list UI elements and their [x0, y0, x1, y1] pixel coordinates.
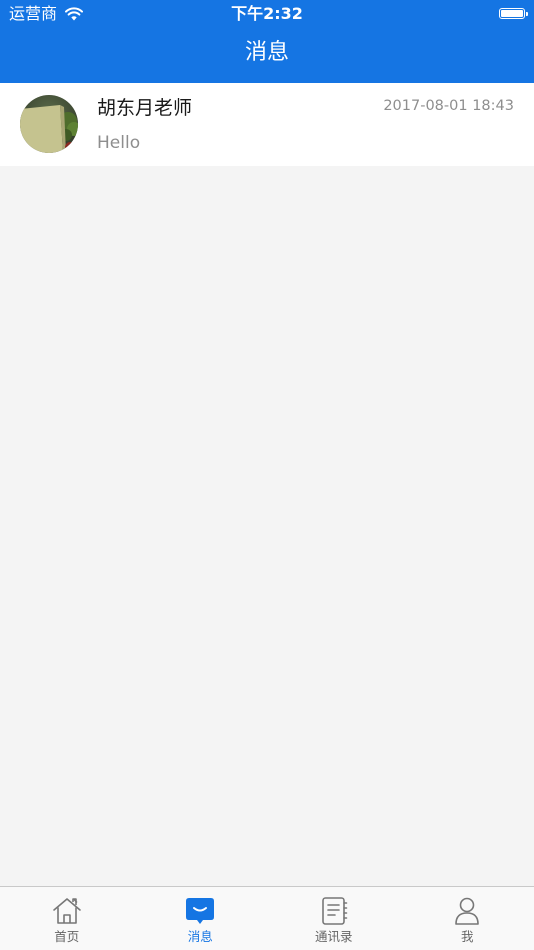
page-title: 消息	[244, 40, 289, 65]
tab-label: 我	[460, 929, 474, 944]
message-list: 胡东月老师 2017-08-01 18:43 Hello	[0, 83, 534, 166]
avatar	[20, 95, 78, 153]
tab-home[interactable]: 首页	[0, 887, 134, 950]
profile-icon	[455, 897, 480, 925]
tab-label: 首页	[54, 929, 80, 944]
battery-icon	[499, 8, 528, 19]
status-bar: 运营商 下午2:32	[0, 0, 534, 28]
sender-name: 胡东月老师	[97, 97, 193, 119]
tab-label: 消息	[187, 929, 213, 944]
tab-profile[interactable]: 我	[401, 887, 534, 950]
battery-fill	[501, 10, 523, 17]
message-list-item[interactable]: 胡东月老师 2017-08-01 18:43 Hello	[0, 83, 534, 166]
app-header: 运营商 下午2:32 消息	[0, 0, 534, 83]
message-preview: Hello	[97, 133, 141, 153]
tab-bar: 首页 消息 通讯录 我	[0, 886, 534, 950]
message-timestamp: 2017-08-01 18:43	[383, 98, 514, 114]
tab-messages[interactable]: 消息	[134, 887, 268, 950]
avatar-image	[20, 95, 78, 153]
tab-contacts[interactable]: 通讯录	[267, 887, 401, 950]
status-time: 下午2:32	[231, 4, 303, 23]
contacts-icon	[321, 897, 348, 925]
message-icon	[186, 898, 215, 924]
home-icon	[52, 898, 81, 924]
tab-label: 通讯录	[314, 929, 353, 944]
